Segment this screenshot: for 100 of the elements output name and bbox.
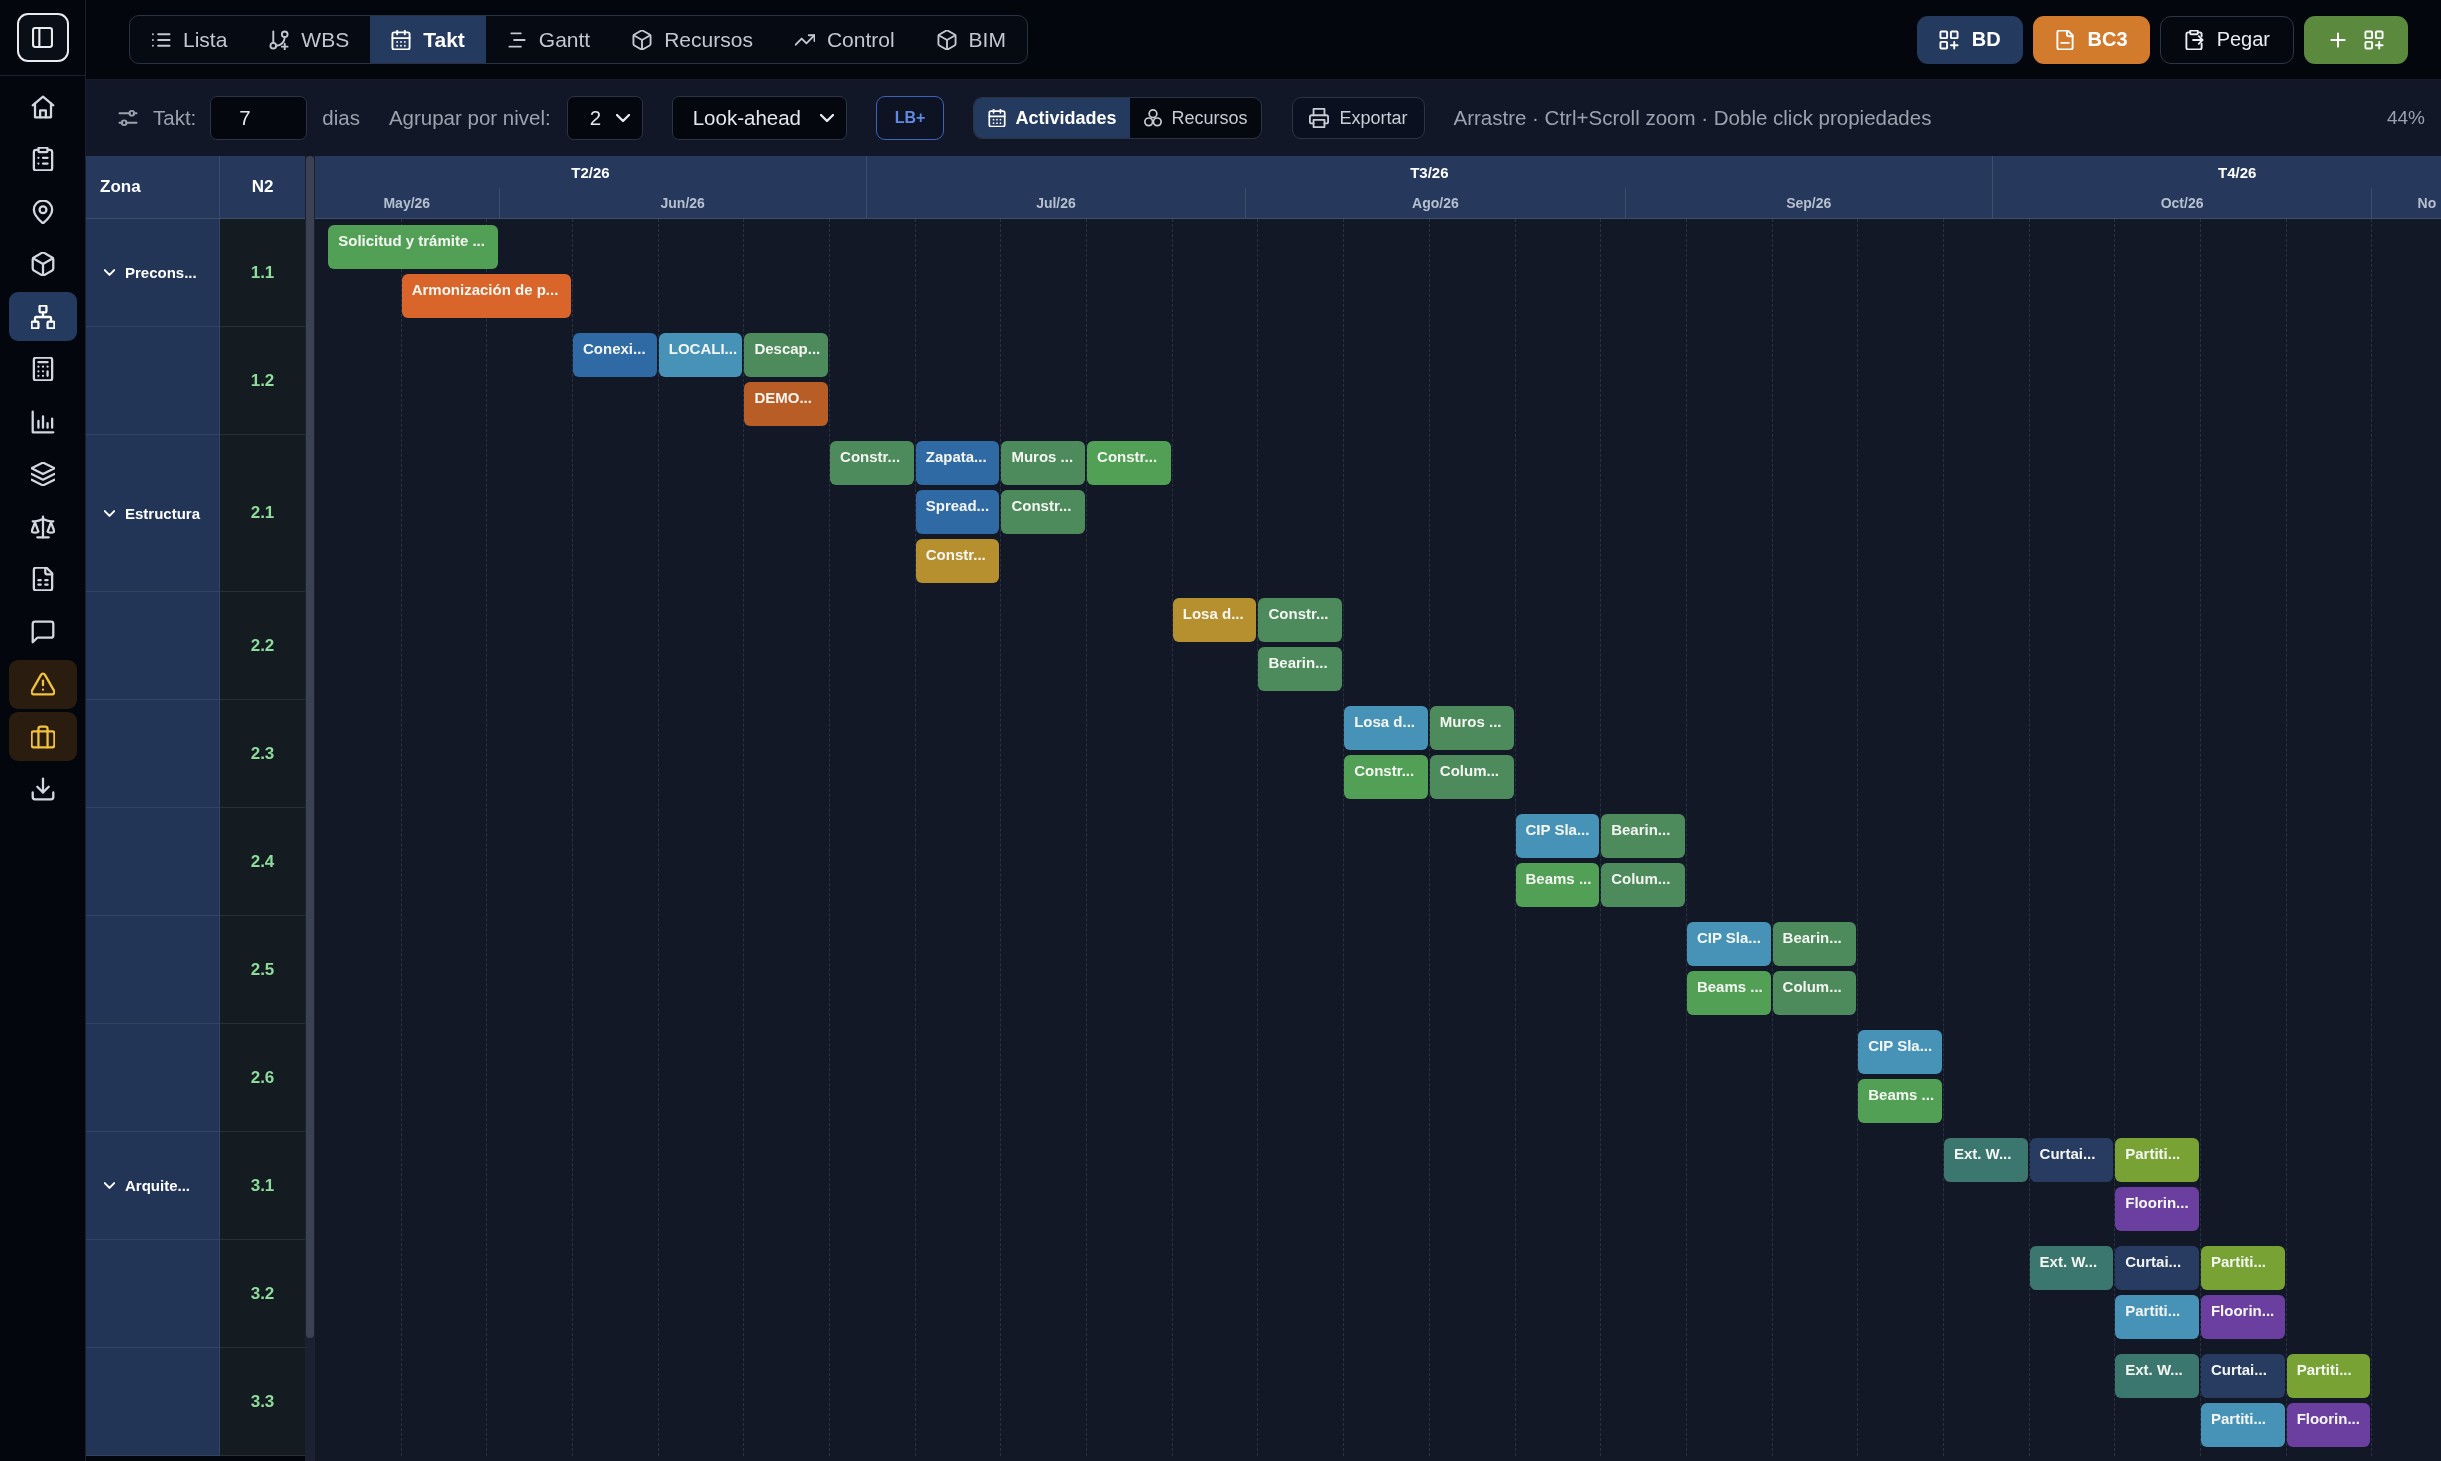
view-tab[interactable]: Takt	[370, 16, 486, 63]
chevron-down-icon[interactable]	[104, 269, 115, 276]
task-bar[interactable]: Losa d...	[1172, 598, 1257, 642]
clipboard-icon	[30, 147, 55, 171]
task-bar[interactable]: Muros ...	[1429, 706, 1514, 750]
task-bar[interactable]: Colum...	[1601, 863, 1685, 907]
task-bar[interactable]: Muros ...	[1001, 441, 1086, 485]
chevron-down-icon[interactable]	[104, 1182, 115, 1189]
add-button[interactable]	[2304, 15, 2408, 64]
task-bar[interactable]: Bearin...	[1601, 814, 1685, 858]
task-bar[interactable]: Constr...	[1258, 598, 1343, 642]
task-bar[interactable]: Beams ...	[1858, 1079, 1942, 1123]
chat-icon	[30, 619, 55, 644]
task-bar[interactable]: Spread...	[915, 490, 1000, 534]
row-label: 2.5	[250, 959, 275, 980]
task-bar[interactable]: Colum...	[1772, 971, 1857, 1015]
task-bar[interactable]: Partiti...	[2115, 1295, 2199, 1339]
sidebar-button[interactable]	[8, 659, 77, 709]
cube-icon	[632, 29, 653, 50]
month-label: Ago/26	[1412, 195, 1459, 211]
briefcase-icon	[30, 724, 55, 749]
clipboard-icon	[2183, 29, 2204, 50]
export-button[interactable]: Exportar	[1292, 97, 1425, 139]
task-bar[interactable]: Bearin...	[1772, 922, 1857, 966]
chevron-down-icon	[615, 114, 630, 122]
task-bar[interactable]: Partiti...	[2200, 1403, 2285, 1447]
task-bar[interactable]: Constr...	[830, 441, 914, 485]
file-icon	[2054, 29, 2075, 50]
group-level-select[interactable]: 2	[566, 96, 643, 140]
task-bar[interactable]: Colum...	[1429, 755, 1514, 799]
quarter-label: T2/26	[571, 163, 610, 181]
task-bar[interactable]: Floorin...	[2115, 1187, 2199, 1231]
task-bar[interactable]: Constr...	[915, 539, 1000, 583]
month-label: Oct/26	[2160, 195, 2204, 211]
task-bar[interactable]: Ext. W...	[2029, 1246, 2114, 1290]
task-bar[interactable]: Conexi...	[573, 333, 657, 377]
task-bar[interactable]: Losa d...	[1344, 706, 1428, 750]
baseline-button[interactable]: LB+	[875, 96, 945, 140]
view-tab[interactable]: Lista	[130, 16, 249, 63]
unit-label: dias	[322, 106, 360, 130]
sidebar-toggle-button[interactable]	[16, 13, 69, 62]
view-tab[interactable]: BIM	[915, 16, 1027, 63]
task-bar[interactable]: Floorin...	[2286, 1403, 2371, 1447]
group-level-label: Agrupar por nivel:	[388, 106, 551, 130]
takt-label: Takt:	[153, 106, 197, 130]
row-label: 3.2	[250, 1283, 275, 1304]
layers-icon	[30, 462, 55, 486]
task-bar[interactable]: Curtai...	[2200, 1354, 2285, 1398]
sidebar-button[interactable]	[8, 712, 77, 761]
paste-button[interactable]: Pegar	[2159, 15, 2294, 64]
task-bar[interactable]: CIP Sla...	[1858, 1030, 1942, 1074]
task-bar[interactable]: CIP Sla...	[1515, 814, 1600, 858]
task-bar[interactable]: Solicitud y trámite ...	[328, 225, 498, 269]
sidebar-button[interactable]	[8, 292, 77, 341]
download-icon	[30, 777, 55, 801]
task-bar[interactable]: Beams ...	[1515, 863, 1600, 907]
column-header: Zona	[86, 156, 220, 218]
takt-input[interactable]: 7	[210, 96, 308, 140]
task-bar[interactable]: Descap...	[744, 333, 829, 377]
task-bar[interactable]: Armonización de p...	[401, 274, 572, 318]
hint-text: Arrastre · Ctrl+Scroll zoom · Doble click propiedades	[1453, 106, 1932, 130]
mode-tab[interactable]: Actividades	[974, 98, 1131, 138]
zoom-level: 44%	[2386, 107, 2425, 129]
view-tab[interactable]: Recursos	[611, 16, 774, 63]
task-bar[interactable]: Ext. W...	[2115, 1354, 2199, 1398]
task-bar[interactable]: Partiti...	[2286, 1354, 2371, 1398]
month-label: Sep/26	[1786, 195, 1832, 211]
map-pin-icon	[30, 199, 55, 224]
task-bar[interactable]: Constr...	[1344, 755, 1428, 799]
task-bar[interactable]: Curtai...	[2029, 1138, 2114, 1182]
chevron-down-icon[interactable]	[104, 509, 115, 517]
task-bar[interactable]: Floorin...	[2200, 1295, 2285, 1339]
sliders-icon	[118, 108, 138, 128]
calendar-icon	[988, 109, 1007, 127]
task-bar[interactable]: DEMO...	[744, 382, 829, 426]
view-tab[interactable]: Gantt	[485, 16, 612, 63]
task-bar[interactable]: Partiti...	[2200, 1246, 2285, 1290]
task-bar[interactable]: Partiti...	[2115, 1138, 2199, 1182]
task-bar[interactable]: Bearin...	[1258, 647, 1343, 691]
task-bar[interactable]: Ext. W...	[1943, 1138, 2028, 1182]
view-select[interactable]: Look-ahead	[671, 96, 847, 140]
printer-icon	[1309, 108, 1330, 128]
branch-icon	[269, 29, 290, 50]
row-label: 2.6	[250, 1067, 275, 1088]
column-header: N2	[250, 176, 275, 198]
import-button[interactable]: BC3	[2032, 15, 2150, 64]
task-bar[interactable]: Constr...	[1087, 441, 1171, 485]
task-bar[interactable]: Curtai...	[2115, 1246, 2199, 1290]
row-label: 2.1	[250, 503, 275, 523]
task-bar[interactable]: Zapata...	[915, 441, 1000, 485]
task-bar[interactable]: Constr...	[1001, 490, 1086, 534]
task-bar[interactable]: LOCALI...	[658, 333, 743, 377]
database-button[interactable]: BD	[1916, 15, 2023, 64]
task-bar[interactable]: Beams ...	[1686, 971, 1771, 1015]
task-bar[interactable]: CIP Sla...	[1686, 922, 1771, 966]
vertical-scrollbar[interactable]	[305, 156, 315, 1461]
chevron-down-icon	[819, 114, 834, 122]
mode-tab[interactable]: Recursos	[1130, 98, 1262, 138]
view-tab[interactable]: Control	[773, 16, 916, 63]
view-tab[interactable]: WBS	[248, 16, 371, 63]
